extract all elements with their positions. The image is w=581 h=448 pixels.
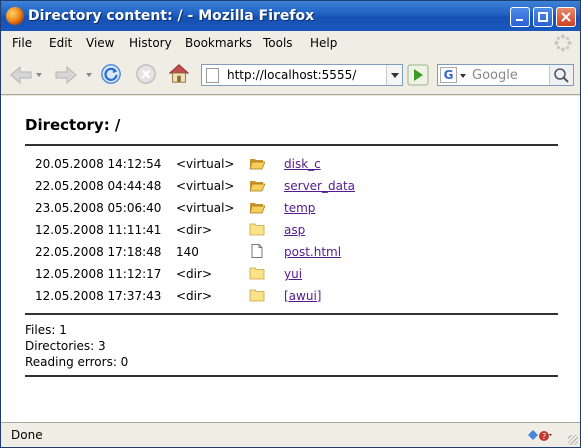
search-bar[interactable]: G Google — [437, 64, 574, 86]
title-bar: Directory content: / - Mozilla Firefox — [1, 1, 580, 31]
list-item: 22.05.2008 17:18:48 140 post.html — [35, 243, 555, 261]
google-engine-icon[interactable]: G — [440, 67, 457, 83]
menu-edit[interactable]: Edit — [49, 36, 72, 50]
maximize-icon — [538, 12, 548, 22]
menu-tools[interactable]: Tools — [263, 36, 293, 50]
menu-help[interactable]: Help — [310, 36, 337, 50]
browser-window: Directory content: / - Mozilla Firefox F… — [0, 0, 581, 448]
divider-bottom — [25, 375, 558, 377]
reading-errors: Reading errors: 0 — [25, 355, 129, 369]
resize-grip[interactable] — [568, 435, 578, 445]
minimize-icon — [516, 19, 523, 21]
open-folder-icon — [249, 181, 265, 192]
status-bar: Done ? — [1, 422, 580, 447]
entry-date: 12.05.2008 11:12:17 — [35, 267, 162, 281]
menu-history[interactable]: History — [129, 36, 172, 50]
divider-top — [25, 144, 558, 146]
back-arrow-icon[interactable] — [9, 64, 33, 86]
engine-dropdown-arrow[interactable] — [460, 74, 466, 78]
open-folder-icon — [249, 203, 265, 214]
page-icon — [206, 68, 219, 83]
entry-link[interactable]: yui — [284, 267, 302, 281]
window-title: Directory content: / - Mozilla Firefox — [28, 8, 315, 24]
home-icon[interactable] — [167, 62, 191, 84]
entry-info: <dir> — [176, 289, 212, 303]
folder-icon — [249, 289, 265, 302]
files-count: Files: 1 — [25, 323, 67, 337]
forward-history-dropdown[interactable] — [86, 73, 92, 77]
magnifier-icon — [554, 68, 569, 83]
entry-link[interactable]: temp — [284, 201, 315, 215]
url-text[interactable]: http://localhost:5555/ — [227, 68, 356, 82]
entry-date: 20.05.2008 14:12:54 — [35, 157, 162, 171]
search-input[interactable]: Google — [472, 68, 518, 83]
folder-icon — [249, 223, 265, 236]
status-text: Done — [11, 428, 43, 442]
url-bar[interactable]: http://localhost:5555/ — [201, 64, 403, 86]
list-item: 20.05.2008 14:12:54 <virtual> disk_c — [35, 155, 555, 173]
page-content: Directory: / 20.05.2008 14:12:54 <virtua… — [1, 96, 580, 422]
entry-link[interactable]: [awui] — [284, 289, 321, 303]
list-item: 12.05.2008 11:11:41 <dir> asp — [35, 221, 555, 239]
entry-date: 12.05.2008 17:37:43 — [35, 289, 162, 303]
forward-arrow-icon[interactable] — [54, 64, 78, 86]
entry-date: 23.05.2008 05:06:40 — [35, 201, 162, 215]
entry-link[interactable]: disk_c — [284, 157, 321, 171]
go-icon[interactable] — [407, 64, 429, 86]
menu-bar: File Edit View History Bookmarks Tools H… — [1, 31, 580, 55]
stop-icon[interactable] — [134, 63, 158, 85]
url-dropdown-arrow[interactable] — [386, 65, 402, 85]
entry-info: <dir> — [176, 267, 212, 281]
addon-status-icon[interactable]: ? — [526, 427, 552, 443]
back-history-dropdown[interactable] — [36, 73, 42, 77]
divider-middle — [25, 313, 558, 315]
entry-info: <virtual> — [176, 157, 235, 171]
close-button[interactable] — [556, 7, 576, 27]
menu-file[interactable]: File — [12, 36, 32, 50]
entry-info: <virtual> — [176, 179, 235, 193]
minimize-button[interactable] — [510, 7, 530, 27]
entry-info: 140 — [176, 245, 199, 259]
entry-date: 12.05.2008 11:11:41 — [35, 223, 162, 237]
menu-view[interactable]: View — [86, 36, 114, 50]
list-item: 12.05.2008 17:37:43 <dir> [awui] — [35, 287, 555, 305]
entry-date: 22.05.2008 17:18:48 — [35, 245, 162, 259]
page-title: Directory: / — [25, 116, 121, 134]
reload-icon[interactable] — [99, 63, 123, 85]
throbber-icon — [554, 34, 572, 52]
close-icon — [561, 12, 571, 22]
entry-link[interactable]: post.html — [284, 245, 341, 259]
file-icon — [251, 244, 263, 258]
entry-link[interactable]: asp — [284, 223, 305, 237]
list-item: 12.05.2008 11:12:17 <dir> yui — [35, 265, 555, 283]
directories-count: Directories: 3 — [25, 339, 106, 353]
maximize-button[interactable] — [533, 7, 553, 27]
list-item: 23.05.2008 05:06:40 <virtual> temp — [35, 199, 555, 217]
search-button[interactable] — [549, 65, 573, 85]
svg-text:?: ? — [542, 432, 546, 441]
firefox-icon — [6, 7, 24, 25]
entry-link[interactable]: server_data — [284, 179, 355, 193]
menu-bookmarks[interactable]: Bookmarks — [185, 36, 252, 50]
list-item: 22.05.2008 04:44:48 <virtual> server_dat… — [35, 177, 555, 195]
entry-info: <virtual> — [176, 201, 235, 215]
open-folder-icon — [249, 159, 265, 170]
entry-info: <dir> — [176, 223, 212, 237]
entry-date: 22.05.2008 04:44:48 — [35, 179, 162, 193]
folder-icon — [249, 267, 265, 280]
